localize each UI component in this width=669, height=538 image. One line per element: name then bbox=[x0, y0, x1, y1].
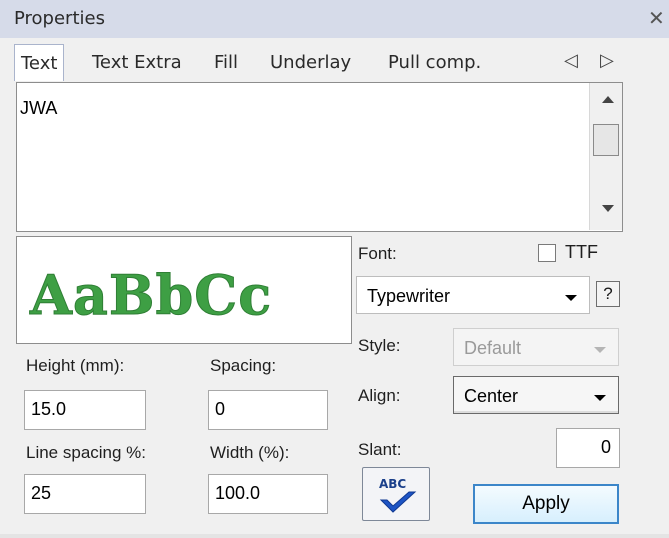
line-spacing-input[interactable]: 25 bbox=[24, 474, 146, 514]
tab-text[interactable]: Text bbox=[14, 44, 65, 81]
style-select-value: Default bbox=[464, 338, 522, 358]
slant-input[interactable]: 0 bbox=[556, 428, 620, 468]
check-icon bbox=[379, 491, 417, 513]
chevron-down-icon bbox=[594, 395, 606, 401]
font-select[interactable]: Typewriter bbox=[356, 276, 590, 314]
height-input[interactable]: 15.0 bbox=[24, 390, 146, 430]
panel-title: Properties bbox=[14, 8, 105, 29]
spell-check-label: ABC bbox=[379, 477, 407, 491]
tab-scroll-left-icon[interactable]: ◁ bbox=[564, 50, 578, 71]
width-input[interactable]: 100.0 bbox=[208, 474, 328, 514]
chevron-down-icon bbox=[565, 295, 577, 301]
align-select-value: Center bbox=[464, 386, 519, 406]
style-label: Style: bbox=[358, 336, 401, 355]
ttf-label: TTF bbox=[565, 242, 598, 262]
text-input-value: JWA bbox=[20, 98, 58, 118]
font-label: Font: bbox=[358, 244, 397, 263]
height-label: Height (mm): bbox=[26, 356, 125, 375]
panel-bottom-edge bbox=[0, 534, 669, 538]
scroll-up-icon[interactable] bbox=[602, 96, 614, 103]
chevron-down-icon bbox=[594, 347, 606, 353]
line-spacing-label: Line spacing %: bbox=[26, 443, 147, 462]
spacing-label: Spacing: bbox=[210, 356, 277, 375]
tab-fill[interactable]: Fill bbox=[214, 52, 238, 73]
tab-scroll-right-icon[interactable]: ▷ bbox=[600, 50, 614, 71]
tab-pull-comp[interactable]: Pull comp. bbox=[388, 52, 481, 73]
align-select[interactable]: Center bbox=[453, 376, 619, 414]
align-label: Align: bbox=[358, 386, 401, 405]
tab-underlay[interactable]: Underlay bbox=[270, 52, 351, 73]
text-input-area[interactable] bbox=[16, 82, 623, 232]
close-icon[interactable]: ✕ bbox=[648, 6, 665, 30]
style-select[interactable]: Default bbox=[453, 328, 619, 366]
spacing-input[interactable]: 0 bbox=[208, 390, 328, 430]
font-help-button[interactable]: ? bbox=[596, 281, 620, 307]
tab-text-extra[interactable]: Text Extra bbox=[92, 52, 182, 73]
font-preview-sample: AaBbCc bbox=[29, 263, 273, 328]
apply-button[interactable]: Apply bbox=[473, 484, 619, 524]
width-label: Width (%): bbox=[210, 443, 290, 462]
scroll-down-icon[interactable] bbox=[602, 205, 614, 212]
ttf-checkbox[interactable] bbox=[538, 244, 556, 262]
scroll-thumb[interactable] bbox=[593, 124, 619, 156]
slant-label: Slant: bbox=[358, 440, 402, 459]
font-select-value: Typewriter bbox=[367, 286, 451, 306]
spell-check-button[interactable]: ABC bbox=[362, 467, 430, 521]
